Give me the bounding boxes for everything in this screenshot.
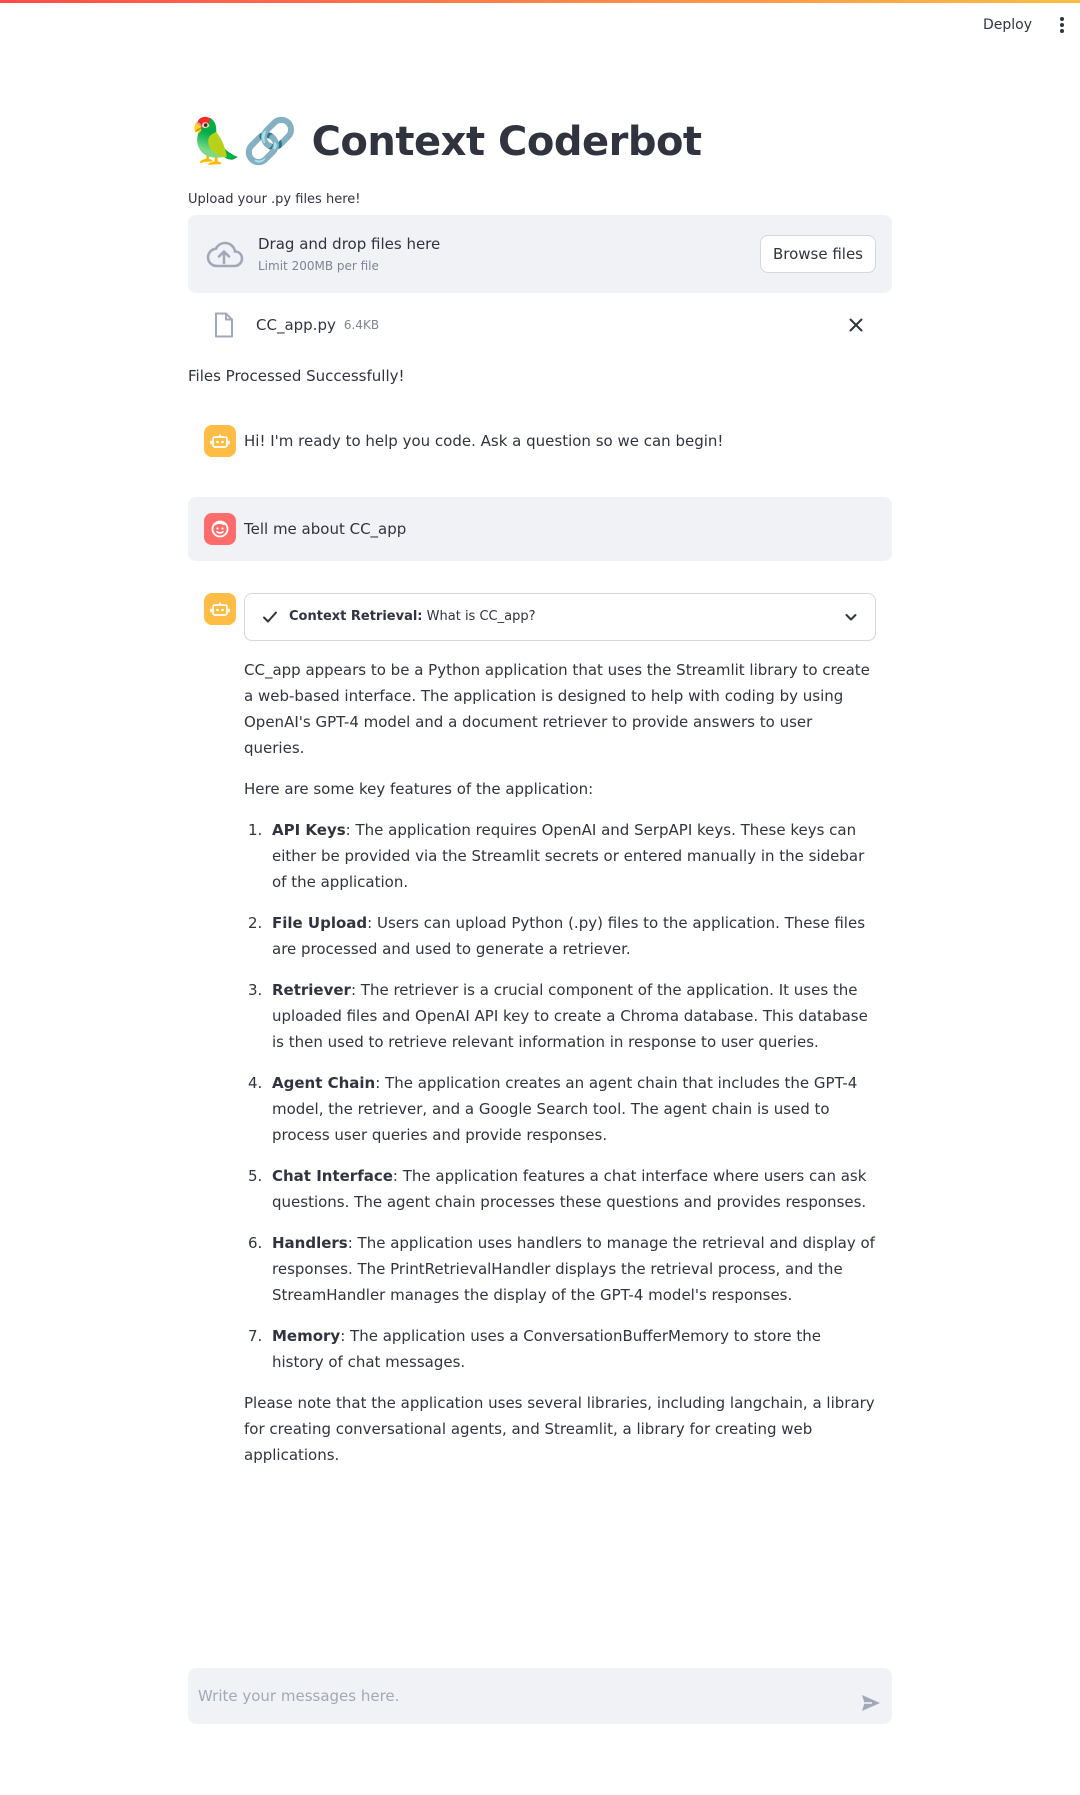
- file-dropzone[interactable]: Drag and drop files here Limit 200MB per…: [188, 215, 892, 293]
- answer-outro: Please note that the application uses se…: [244, 1394, 875, 1464]
- file-icon: [215, 312, 233, 338]
- list-item-title: Chat Interface: [272, 1167, 393, 1185]
- list-item-title: Agent Chain: [272, 1074, 376, 1092]
- file-name: CC_app.py: [256, 316, 336, 334]
- user-message: Tell me about CC_app: [188, 497, 892, 561]
- list-item: 7. Memory: The application uses a Convers…: [244, 1323, 876, 1375]
- robot-icon: [210, 434, 230, 448]
- list-item-title: Handlers: [272, 1234, 348, 1252]
- robot-icon: [210, 602, 230, 616]
- upload-label: Upload your .py files here!: [188, 192, 361, 207]
- list-item-body: : The application uses a ConversationBuf…: [272, 1327, 821, 1371]
- list-item: 5. Chat Interface: The application featur…: [244, 1163, 876, 1215]
- answer-intro: CC_app appears to be a Python applicatio…: [244, 661, 870, 757]
- assistant-message: Hi! I'm ready to help you code. Ask a qu…: [188, 409, 892, 473]
- list-item-text: Agent Chain: The application creates an …: [272, 1070, 876, 1148]
- list-item-title: API Keys: [272, 821, 346, 839]
- close-icon[interactable]: [844, 313, 868, 337]
- list-number: 3.: [248, 981, 263, 999]
- chat-input-bar: [188, 1668, 892, 1724]
- expander-query: What is CC_app?: [426, 609, 536, 624]
- list-number: 1.: [248, 821, 263, 839]
- page-title-text: Context Coderbot: [311, 119, 702, 165]
- bot-avatar-icon: [204, 425, 236, 457]
- more-vertical-icon[interactable]: [1058, 15, 1066, 35]
- list-number: 6.: [248, 1234, 263, 1252]
- list-item-text: Handlers: The application uses handlers …: [272, 1230, 876, 1308]
- user-message-text: Tell me about CC_app: [244, 520, 407, 538]
- list-item-body: : The application requires OpenAI and Se…: [272, 821, 865, 891]
- dropzone-limit: Limit 200MB per file: [258, 259, 379, 273]
- top-decoration-bar: [0, 0, 1080, 3]
- list-number: 2.: [248, 914, 263, 932]
- list-item-body: : The application uses handlers to manag…: [272, 1234, 875, 1304]
- chevron-down-icon[interactable]: [843, 609, 859, 625]
- header-actions: Deploy: [983, 10, 1066, 40]
- uploaded-file-row: CC_app.py 6.4KB: [188, 293, 892, 357]
- expander-title: Context Retrieval:: [289, 609, 423, 624]
- check-icon: [263, 611, 277, 623]
- list-number: 5.: [248, 1167, 263, 1185]
- list-item-title: File Upload: [272, 914, 368, 932]
- answer-lead: Here are some key features of the applic…: [244, 780, 594, 798]
- list-item-text: API Keys: The application requires OpenA…: [272, 817, 876, 895]
- list-item-text: File Upload: Users can upload Python (.p…: [272, 910, 876, 962]
- face-icon: [211, 520, 229, 538]
- list-number: 7.: [248, 1327, 263, 1345]
- file-size: 6.4KB: [343, 318, 380, 332]
- context-retrieval-expander[interactable]: Context Retrieval: What is CC_app?: [244, 593, 876, 641]
- feature-list: 1. API Keys: The application requires Ope…: [244, 817, 876, 1375]
- status-message: Files Processed Successfully!: [188, 367, 405, 385]
- expander-label: Context Retrieval: What is CC_app?: [289, 604, 536, 630]
- list-item-body: : The retriever is a crucial component o…: [272, 981, 868, 1051]
- list-item: 6. Handlers: The application uses handler…: [244, 1230, 876, 1308]
- list-item-text: Memory: The application uses a Conversat…: [272, 1323, 876, 1375]
- list-item-text: Retriever: The retriever is a crucial co…: [272, 977, 876, 1055]
- list-item-title: Memory: [272, 1327, 341, 1345]
- list-item-text: Chat Interface: The application features…: [272, 1163, 876, 1215]
- user-avatar-icon: [204, 513, 236, 545]
- dropzone-text: Drag and drop files here Limit 200MB per…: [258, 235, 760, 273]
- chat-input[interactable]: [198, 1687, 852, 1705]
- assistant-answer: Context Retrieval: What is CC_app? CC_ap…: [188, 577, 892, 1499]
- parrot-link-emoji: 🦜🔗: [188, 116, 298, 167]
- list-item: 4. Agent Chain: The application creates a…: [244, 1070, 876, 1148]
- deploy-button[interactable]: Deploy: [983, 17, 1032, 33]
- dropzone-title: Drag and drop files here: [258, 235, 441, 253]
- send-icon[interactable]: [860, 1692, 882, 1714]
- browse-files-button[interactable]: Browse files: [759, 235, 876, 273]
- list-item: 2. File Upload: Users can upload Python (…: [244, 910, 876, 962]
- list-item: 1. API Keys: The application requires Ope…: [244, 817, 876, 895]
- greeting-text: Hi! I'm ready to help you code. Ask a qu…: [244, 432, 724, 450]
- list-number: 4.: [248, 1074, 263, 1092]
- cloud-upload-icon: [206, 241, 244, 268]
- page-title: 🦜🔗 Context Coderbot: [188, 110, 892, 174]
- list-item-title: Retriever: [272, 981, 351, 999]
- answer-content: CC_app appears to be a Python applicatio…: [244, 657, 876, 1468]
- main-content: 🦜🔗 Context Coderbot Upload your .py file…: [188, 110, 892, 1499]
- bot-avatar-icon: [204, 593, 236, 625]
- list-item: 3. Retriever: The retriever is a crucial …: [244, 977, 876, 1055]
